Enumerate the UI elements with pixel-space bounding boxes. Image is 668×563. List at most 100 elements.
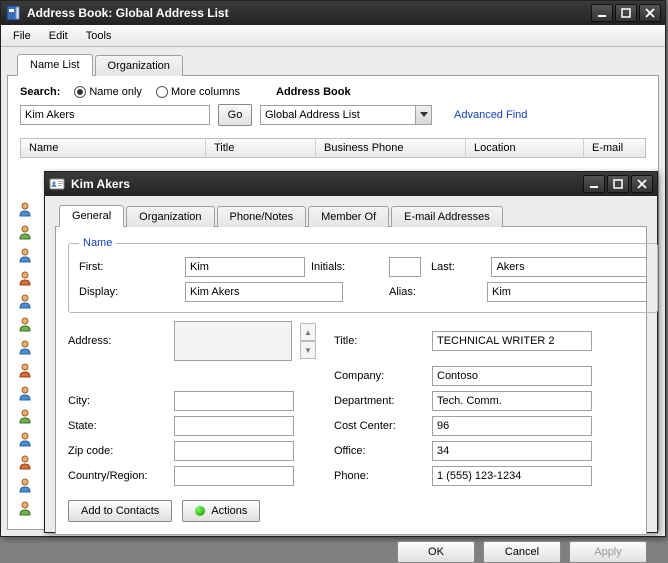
child-minimize-button[interactable] <box>583 175 605 193</box>
title-label: Title: <box>334 335 426 347</box>
presence-icon <box>195 506 205 516</box>
person-icon <box>17 408 33 424</box>
last-label: Last: <box>431 261 481 273</box>
person-icon <box>17 477 33 493</box>
main-tabstrip: Name List Organization <box>7 51 659 75</box>
maximize-button[interactable] <box>615 4 637 22</box>
radio-icon <box>156 86 168 98</box>
ok-button[interactable]: OK <box>397 541 475 563</box>
search-input[interactable] <box>20 105 210 125</box>
address-label: Address: <box>68 335 168 347</box>
actions-button[interactable]: Actions <box>182 500 260 522</box>
address-field[interactable] <box>174 321 292 361</box>
dialog-buttons: OK Cancel Apply <box>55 541 647 563</box>
company-label: Company: <box>334 370 426 382</box>
address-book-label: Address Book <box>276 86 351 98</box>
person-icon <box>17 431 33 447</box>
col-name[interactable]: Name <box>21 139 206 157</box>
person-icon <box>17 385 33 401</box>
advanced-find-link[interactable]: Advanced Find <box>454 109 527 121</box>
go-button[interactable]: Go <box>218 104 252 126</box>
country-label: Country/Region: <box>68 470 168 482</box>
country-field[interactable] <box>174 466 294 486</box>
menu-file[interactable]: File <box>5 28 39 44</box>
display-label: Display: <box>79 286 179 298</box>
state-field[interactable] <box>174 416 294 436</box>
spin-down-icon[interactable]: ▼ <box>300 341 316 359</box>
tab-name-list[interactable]: Name List <box>17 54 93 76</box>
chevron-down-icon <box>420 112 428 118</box>
result-icons <box>17 201 37 516</box>
tab-phone-notes[interactable]: Phone/Notes <box>217 206 307 227</box>
person-icon <box>17 500 33 516</box>
costcenter-field[interactable] <box>432 416 592 436</box>
person-icon <box>17 316 33 332</box>
display-field[interactable] <box>185 282 343 302</box>
zip-field[interactable] <box>174 441 294 461</box>
tab-member-of[interactable]: Member Of <box>308 206 389 227</box>
child-client: General Organization Phone/Notes Member … <box>45 196 657 532</box>
costcenter-label: Cost Center: <box>334 420 426 432</box>
zip-label: Zip code: <box>68 445 168 457</box>
tab-email-addresses[interactable]: E-mail Addresses <box>391 206 503 227</box>
first-label: First: <box>79 261 179 273</box>
menu-edit[interactable]: Edit <box>41 28 76 44</box>
radio-name-only[interactable]: Name only <box>74 86 142 98</box>
company-field[interactable] <box>432 366 592 386</box>
results-header: Name Title Business Phone Location E-mai… <box>20 138 646 158</box>
contact-properties-window: Kim Akers General Organization Phone/Not… <box>44 171 658 533</box>
col-location[interactable]: Location <box>466 139 584 157</box>
add-to-contacts-button[interactable]: Add to Contacts <box>68 500 172 522</box>
tab-general[interactable]: General <box>59 205 124 227</box>
details-grid: Address: ▲ ▼ Title: Company: City: Depar… <box>68 321 634 486</box>
alias-field[interactable] <box>487 282 647 302</box>
person-icon <box>17 270 33 286</box>
col-email[interactable]: E-mail <box>584 139 645 157</box>
address-spin: ▲ ▼ <box>300 323 316 359</box>
person-icon <box>17 362 33 378</box>
child-close-button[interactable] <box>631 175 653 193</box>
radio-icon <box>74 86 86 98</box>
office-field[interactable] <box>432 441 592 461</box>
menu-tools[interactable]: Tools <box>78 28 120 44</box>
minimize-button[interactable] <box>591 4 613 22</box>
person-icon <box>17 224 33 240</box>
name-group: Name First: Initials: Last: Display: Ali… <box>68 237 658 313</box>
address-book-icon <box>5 5 21 21</box>
col-title[interactable]: Title <box>206 139 316 157</box>
main-titlebar[interactable]: Address Book: Global Address List <box>1 1 665 25</box>
person-icon <box>17 201 33 217</box>
person-icon <box>17 339 33 355</box>
child-maximize-button[interactable] <box>607 175 629 193</box>
state-label: State: <box>68 420 168 432</box>
last-field[interactable] <box>491 257 647 277</box>
name-group-legend: Name <box>79 237 116 249</box>
alias-label: Alias: <box>389 286 481 298</box>
title-field[interactable] <box>432 331 592 351</box>
cancel-button[interactable]: Cancel <box>483 541 561 563</box>
menubar: File Edit Tools <box>1 25 665 47</box>
close-button[interactable] <box>639 4 661 22</box>
address-book-combo[interactable] <box>260 105 432 125</box>
tab-organization[interactable]: Organization <box>126 206 214 227</box>
department-field[interactable] <box>432 391 592 411</box>
person-icon <box>17 454 33 470</box>
first-field[interactable] <box>185 257 305 277</box>
tab-organization[interactable]: Organization <box>95 55 183 76</box>
combo-dropdown-button[interactable] <box>415 106 431 124</box>
actions-label: Actions <box>211 505 247 517</box>
col-business-phone[interactable]: Business Phone <box>316 139 466 157</box>
apply-button[interactable]: Apply <box>569 541 647 563</box>
child-titlebar[interactable]: Kim Akers <box>45 172 657 196</box>
radio-more-columns[interactable]: More columns <box>156 86 240 98</box>
phone-field[interactable] <box>432 466 592 486</box>
spin-up-icon[interactable]: ▲ <box>300 323 316 341</box>
radio-name-only-label: Name only <box>89 86 142 98</box>
city-field[interactable] <box>174 391 294 411</box>
person-icon <box>17 293 33 309</box>
city-label: City: <box>68 395 168 407</box>
initials-field[interactable] <box>389 257 421 277</box>
child-tabstrip: General Organization Phone/Notes Member … <box>55 204 647 226</box>
child-title: Kim Akers <box>71 177 583 191</box>
general-tabpanel: Name First: Initials: Last: Display: Ali… <box>55 226 647 535</box>
